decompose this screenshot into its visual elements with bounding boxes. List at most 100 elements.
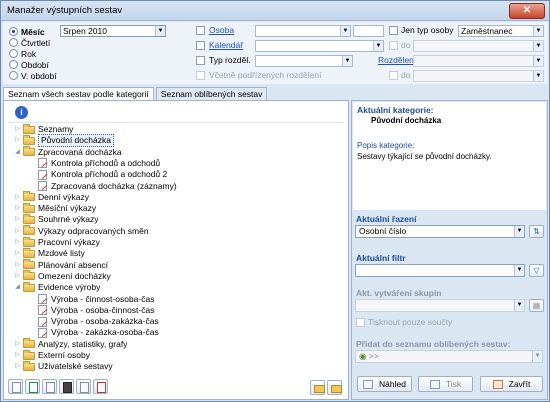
chevron-down-icon[interactable]: ▼ <box>342 56 352 66</box>
period-radio-month[interactable]: Měsíc <box>9 26 45 37</box>
chevron-down-icon[interactable]: ▼ <box>533 71 543 81</box>
do-select-1[interactable]: ▼ <box>413 40 544 52</box>
expand-arrow-icon[interactable]: ▷ <box>14 361 21 372</box>
details-panel: Aktuální kategorie: Původní docházka Pop… <box>351 100 548 400</box>
expand-arrow-icon[interactable]: ▷ <box>14 135 21 146</box>
print-button[interactable]: Tisk <box>418 376 473 392</box>
copy-report-icon[interactable] <box>76 379 91 394</box>
sorting-edit-icon[interactable]: ⇅ <box>529 225 544 238</box>
close-window-button[interactable]: ✕ <box>509 3 545 19</box>
chevron-down-icon[interactable]: ▼ <box>514 300 524 311</box>
tree-report-item[interactable]: Kontrola příchodů a odchodů 2 <box>38 169 167 180</box>
delete-report-icon[interactable] <box>93 379 108 394</box>
kalendar-select[interactable]: ▼ <box>255 40 384 52</box>
tree-toolbar-right <box>310 380 344 395</box>
osoba-checkbox[interactable] <box>196 26 205 35</box>
info-icon[interactable]: i <box>15 106 28 119</box>
expand-arrow-icon[interactable]: ▷ <box>14 248 21 259</box>
period-radio-quarter[interactable]: Čtvrtletí <box>9 37 50 48</box>
tree-folder-item[interactable]: ◢ Evidence výroby <box>14 281 100 293</box>
do-checkbox-1[interactable] <box>389 41 398 50</box>
expand-arrow-icon[interactable]: ▷ <box>14 339 21 350</box>
grouping-select[interactable]: ▼ <box>355 299 525 312</box>
add-favorites-select[interactable]: ◉ >> ▼ <box>355 350 543 363</box>
expand-arrow-icon[interactable]: ▷ <box>14 260 21 271</box>
folder-icon <box>23 202 35 213</box>
expand-arrow-icon[interactable]: ▷ <box>14 203 21 214</box>
kalendar-link[interactable]: Kalendář <box>209 40 243 51</box>
tab-favorite-reports[interactable]: Seznam oblíbených sestav <box>155 87 268 100</box>
preview-button[interactable]: Náhled <box>357 376 412 392</box>
expand-arrow-icon[interactable]: ▷ <box>14 271 21 282</box>
tree-folder-item[interactable]: ▷ Měsíční výkazy <box>14 202 96 214</box>
collapse-arrow-icon[interactable]: ◢ <box>14 282 21 293</box>
close-button[interactable]: Zavřít <box>480 376 543 392</box>
chevron-down-icon[interactable]: ▼ <box>514 265 524 276</box>
grouping-icon[interactable]: ▦ <box>529 299 544 312</box>
collapse-arrow-icon[interactable]: ◢ <box>14 147 21 158</box>
period-radio-year[interactable]: Rok <box>9 48 36 59</box>
tree-report-item[interactable]: Zpracovaná docházka (záznamy) <box>38 181 177 192</box>
tree-report-item[interactable]: Výroba - zakázka-osoba-čas <box>38 327 159 338</box>
expand-arrow-icon[interactable]: ▷ <box>14 350 21 361</box>
chevron-down-icon[interactable]: ▼ <box>373 41 383 51</box>
tree-folder-item[interactable]: ◢ Zpracovaná docházka <box>14 146 122 158</box>
jen-typ-osoby-checkbox[interactable] <box>389 26 398 35</box>
tree-folder-item[interactable]: ▷ Uživatelské sestavy <box>14 360 113 372</box>
chevron-down-icon[interactable]: ▼ <box>155 26 165 36</box>
tree-report-item[interactable]: Výroba - osoba-činnost-čas <box>38 305 154 316</box>
filter-icon[interactable]: ▽ <box>529 264 544 277</box>
folder-add-icon[interactable] <box>327 380 342 395</box>
tree-folder-item[interactable]: ▷ Souhrné výkazy <box>14 213 98 225</box>
period-radio-period[interactable]: Období <box>9 59 49 70</box>
import-report-icon[interactable] <box>25 379 40 394</box>
tree-folder-item[interactable]: ▷ Analýzy, statistiky, grafy <box>14 338 127 350</box>
tree-folder-item[interactable]: ▷ Omezení docházky <box>14 270 111 282</box>
kalendar-checkbox[interactable] <box>196 41 205 50</box>
tree-folder-item[interactable]: ▷ Externí osoby <box>14 349 90 361</box>
chevron-down-icon[interactable]: ▼ <box>533 26 543 36</box>
tree-folder-item[interactable]: ▷ Pracovní výkazy <box>14 236 100 248</box>
rozdeleni-link[interactable]: Rozdělení <box>378 55 416 66</box>
period-radio-custom-period[interactable]: V. období <box>9 70 57 81</box>
tree-folder-item[interactable]: ▷ Mzdové listy <box>14 247 85 259</box>
chevron-down-icon[interactable]: ▼ <box>533 41 543 51</box>
print-sums-only-checkbox[interactable] <box>356 318 365 327</box>
do-select-2[interactable]: ▼ <box>413 70 544 82</box>
typ-rozdeleni-checkbox[interactable] <box>196 56 205 65</box>
expand-arrow-icon[interactable]: ▷ <box>14 226 21 237</box>
do-checkbox-2[interactable] <box>389 71 398 80</box>
period-select[interactable]: Srpen 2010 ▼ <box>60 25 166 37</box>
sorting-select[interactable]: Osobní číslo ▼ <box>355 225 525 238</box>
tree-report-item[interactable]: Výroba - činnost-osoba-čas <box>38 294 154 305</box>
chevron-down-icon[interactable]: ▼ <box>532 351 542 362</box>
chevron-down-icon[interactable]: ▼ <box>514 226 524 237</box>
folder-icon[interactable] <box>310 380 325 395</box>
tab-all-reports[interactable]: Seznam všech sestav podle kategorií <box>3 87 154 100</box>
expand-arrow-icon[interactable]: ▷ <box>14 192 21 203</box>
tree-folder-item[interactable]: ▷ Denní výkazy <box>14 191 89 203</box>
current-category-label: Aktuální kategorie: <box>357 105 434 115</box>
expand-arrow-icon[interactable]: ▷ <box>14 237 21 248</box>
folder-icon <box>23 281 35 292</box>
osoba-extra-field[interactable] <box>353 25 384 37</box>
tree-report-item[interactable]: Výroba - osoba-zakázka-čas <box>38 316 159 327</box>
vcetne-podrizenych-checkbox[interactable] <box>196 71 205 80</box>
chevron-down-icon[interactable]: ▼ <box>340 26 350 36</box>
osoba-select[interactable]: ▼ <box>255 25 351 37</box>
expand-arrow-icon[interactable]: ▷ <box>14 124 21 135</box>
typ-osoby-select[interactable]: Zaměstnanec ▼ <box>458 25 544 37</box>
edit-report-icon[interactable] <box>42 379 57 394</box>
tree-report-item[interactable]: Kontrola příchodů a odchodů <box>38 158 160 169</box>
expand-arrow-icon[interactable]: ▷ <box>14 214 21 225</box>
chevron-down-icon[interactable]: ▼ <box>533 56 543 66</box>
typ-rozdeleni-select[interactable]: ▼ <box>255 55 353 67</box>
new-report-icon[interactable] <box>8 379 23 394</box>
design-report-icon[interactable] <box>59 379 74 394</box>
tree-folder-item[interactable]: ▷ Plánování absencí <box>14 259 108 271</box>
filter-select[interactable]: ▼ <box>355 264 525 277</box>
tree-folder-item[interactable]: ▷ Výkazy odpracovaných směn <box>14 225 149 237</box>
rozdeleni-select[interactable]: ▼ <box>413 55 544 67</box>
tree-folder-item[interactable]: ▷ Původní docházka <box>14 134 114 148</box>
osoba-link[interactable]: Osoba <box>209 25 234 36</box>
